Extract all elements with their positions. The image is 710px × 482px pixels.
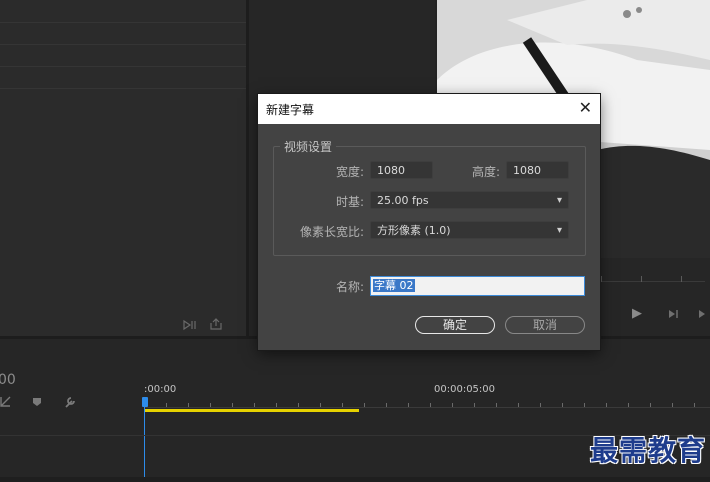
ruler-tick (452, 403, 453, 407)
ruler-baseline (144, 407, 710, 408)
ruler-tick (601, 276, 602, 282)
ruler-tick (298, 403, 299, 407)
ruler-tick (694, 403, 695, 407)
new-caption-dialog: 新建字幕 ✕ 视频设置 宽度: 1080 高度: 1080 时基: 25.00 … (258, 94, 600, 350)
ruler-tick (518, 403, 519, 407)
name-label: 名称: (335, 280, 364, 294)
ruler-tick (641, 276, 642, 282)
ruler-tick (254, 403, 255, 407)
playhead-handle[interactable] (142, 397, 148, 407)
ruler-tick (496, 403, 497, 407)
ruler-tick (364, 403, 365, 407)
ruler-start-label: :00:00 (144, 384, 177, 395)
height-field[interactable]: 1080 (506, 161, 569, 179)
ruler-mark-label: 00:00:05:00 (434, 384, 496, 395)
ruler-tick (276, 403, 277, 407)
step-forward-icon[interactable] (667, 308, 681, 320)
playhead-line[interactable] (144, 405, 145, 482)
insert-clip-icon[interactable] (182, 319, 198, 331)
list-row-divider (0, 44, 246, 45)
ruler-tick (540, 403, 541, 407)
timecode-display[interactable]: 00 (0, 372, 16, 388)
pixel-aspect-label: 像素长宽比: (299, 225, 364, 239)
name-input[interactable]: 字幕 02 (370, 276, 585, 296)
pixel-aspect-select[interactable]: 方形像素 (1.0) ▾ (370, 221, 569, 239)
play-icon[interactable]: ▶ (632, 307, 642, 320)
ruler-tick (650, 403, 651, 407)
chevron-down-icon: ▾ (556, 225, 562, 236)
export-icon[interactable] (209, 318, 223, 331)
timebase-select[interactable]: 25.00 fps ▾ (370, 191, 569, 209)
dialog-title: 新建字幕 (266, 103, 315, 117)
project-panel (0, 0, 246, 336)
ruler-tick (166, 403, 167, 407)
ruler-tick (320, 403, 321, 407)
timebase-label: 时基: (335, 195, 364, 209)
ruler-tick (188, 403, 189, 407)
pixel-aspect-value: 方形像素 (1.0) (377, 224, 451, 237)
work-area-bar[interactable] (144, 409, 359, 412)
timeline-scrollbar[interactable] (0, 477, 710, 482)
ruler-tick (342, 403, 343, 407)
name-input-selected-text: 字幕 02 (373, 279, 415, 292)
ok-button[interactable]: 确定 (415, 316, 495, 334)
width-label: 宽度: (335, 165, 364, 179)
ruler-tick (672, 403, 673, 407)
wrench-icon[interactable] (63, 395, 77, 409)
watermark-logo: 最需教育 (589, 434, 706, 468)
timebase-value: 25.00 fps (377, 194, 429, 207)
ruler-tick (628, 403, 629, 407)
snap-icon[interactable] (0, 396, 12, 408)
ruler-tick (232, 403, 233, 407)
ruler-tick (681, 276, 682, 282)
height-label: 高度: (471, 165, 500, 179)
go-to-out-icon[interactable] (697, 308, 709, 320)
dialog-titlebar[interactable]: 新建字幕 ✕ (258, 94, 600, 124)
ruler-tick (606, 403, 607, 407)
width-field[interactable]: 1080 (370, 161, 433, 179)
list-row-divider (0, 22, 246, 23)
list-row-divider (0, 88, 246, 89)
ruler-tick (430, 403, 431, 407)
marker-icon[interactable] (32, 397, 42, 407)
ruler-tick (584, 403, 585, 407)
ruler-tick (386, 403, 387, 407)
video-settings-label: 视频设置 (280, 138, 337, 155)
ruler-tick (408, 403, 409, 407)
list-row-divider (0, 66, 246, 67)
ruler-tick (562, 403, 563, 407)
close-icon[interactable]: ✕ (579, 98, 592, 117)
cancel-button[interactable]: 取消 (505, 316, 585, 334)
chevron-down-icon: ▾ (556, 195, 562, 206)
ruler-tick (474, 403, 475, 407)
ruler-tick (210, 403, 211, 407)
